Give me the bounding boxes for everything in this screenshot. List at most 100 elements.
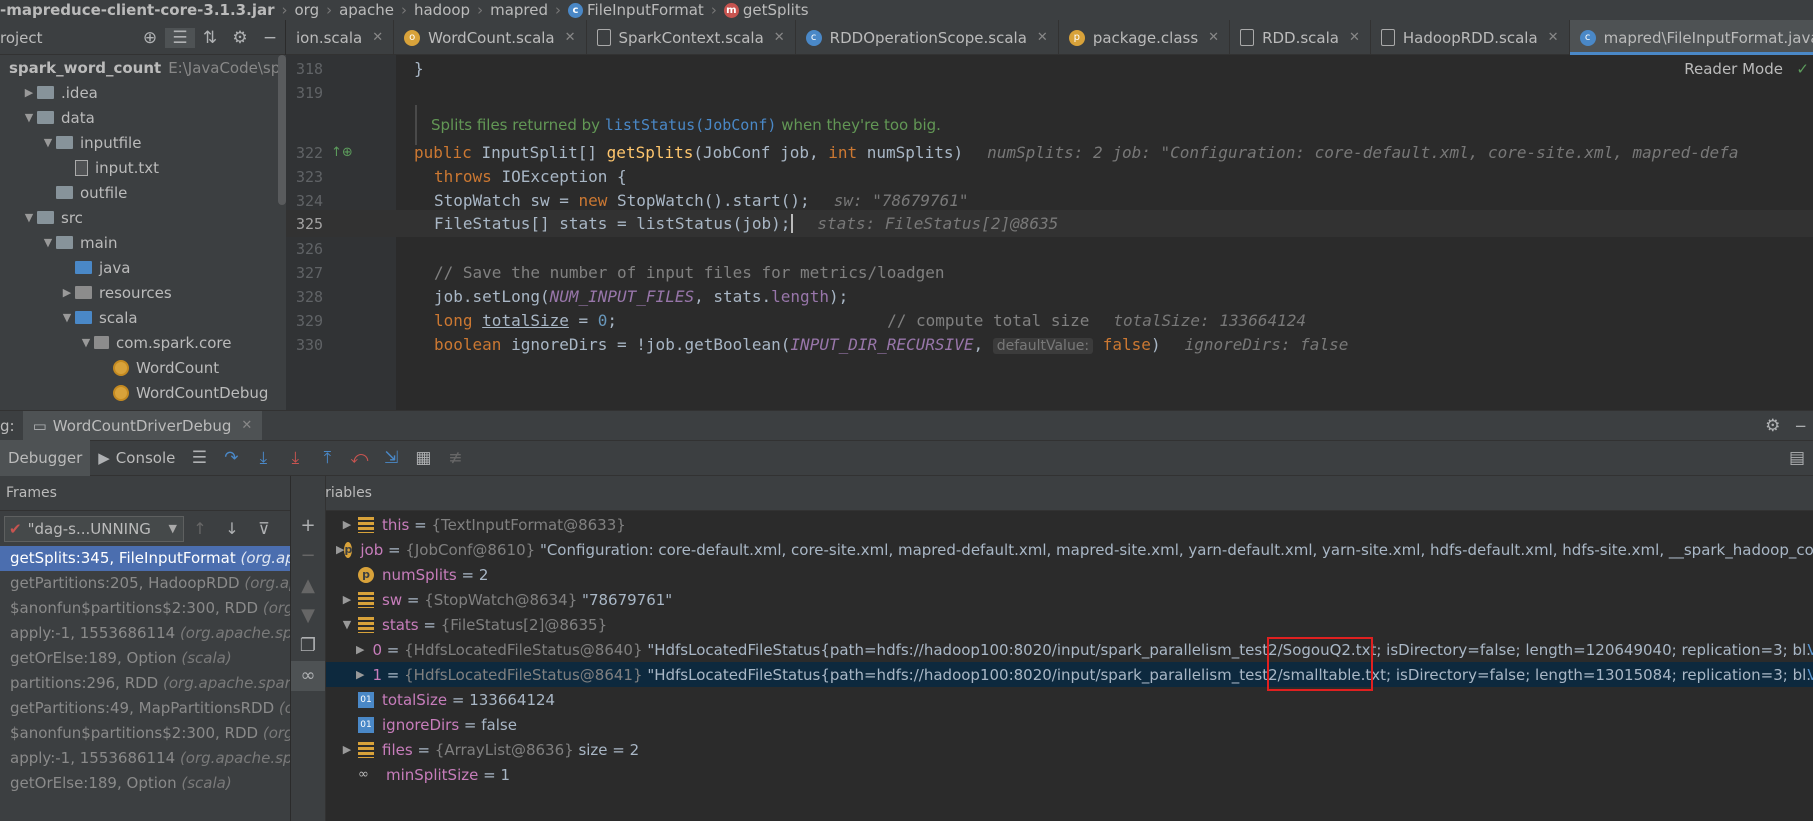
close-icon[interactable]: ✕	[372, 30, 383, 45]
stack-frame[interactable]: partitions:296, RDD (org.apache.spark.	[0, 671, 290, 696]
variable-row[interactable]: 01 ignoreDirs = false	[326, 712, 1813, 737]
breadcrumb-org[interactable]: org	[294, 1, 319, 19]
tree-item[interactable]: ▼ main	[0, 230, 286, 255]
minimize-icon[interactable]: −	[255, 28, 285, 48]
tab-package-class[interactable]: p package.class ✕	[1059, 20, 1231, 55]
close-icon[interactable]: ✕	[1548, 30, 1559, 45]
stack-frame[interactable]: getOrElse:189, Option (scala)	[0, 771, 290, 796]
stack-frame[interactable]: getPartitions:205, HadoopRDD (org.ap	[0, 571, 290, 596]
glasses-icon[interactable]: ∞	[291, 661, 325, 691]
tree-item[interactable]: ▼ src	[0, 205, 286, 230]
tab-rdd-scala[interactable]: RDD.scala ✕	[1230, 20, 1371, 55]
tree-item[interactable]: ▼ scala	[0, 305, 286, 330]
code-editor[interactable]: Reader Mode ✓ 318 } 319 Splits files ret…	[286, 55, 1813, 410]
trace-icon[interactable]: ≢	[439, 448, 471, 468]
variable-row[interactable]: ▶ p job = {JobConf@8610} "Configuration: c…	[326, 537, 1813, 562]
debug-config-tab[interactable]: ▭ WordCountDriverDebug ✕	[22, 410, 263, 441]
evaluate-expression-icon[interactable]: ▦	[407, 448, 439, 468]
thread-select[interactable]: ✔ "dag-s...UNNING ▼	[4, 515, 184, 542]
stack-frame[interactable]: getPartitions:49, MapPartitionsRDD (o	[0, 696, 290, 721]
tree-item[interactable]: ▼ data	[0, 105, 286, 130]
tab-wordcount-scala[interactable]: o WordCount.scala ✕	[394, 20, 587, 55]
view-link[interactable]: View	[1807, 641, 1813, 659]
tab-rddoperationscope-scala[interactable]: c RDDOperationScope.scala ✕	[796, 20, 1059, 55]
step-into-icon[interactable]: ⤓	[247, 448, 279, 468]
close-icon[interactable]: ✕	[1037, 30, 1048, 45]
gear-icon[interactable]: ⚙	[225, 28, 255, 48]
chevron-right-icon[interactable]: ▶	[59, 286, 75, 299]
tree-item[interactable]: WordCountDebug	[0, 380, 286, 405]
chevron-right-icon[interactable]: ▶	[336, 543, 344, 556]
arrow-up-icon[interactable]: ↑	[184, 519, 216, 538]
variable-row[interactable]: ▶ 1 = {HdfsLocatedFileStatus@8641} "HdfsL…	[326, 662, 1813, 687]
doc-link[interactable]: listStatus(JobConf)	[605, 116, 777, 134]
move-up-icon[interactable]: ▲	[291, 571, 325, 601]
chevron-right-icon[interactable]: ▶	[336, 518, 358, 531]
minimize-icon[interactable]: −	[1794, 417, 1807, 435]
breadcrumb-class[interactable]: FileInputFormat	[587, 1, 704, 19]
close-icon[interactable]: ✕	[1349, 30, 1360, 45]
variable-row[interactable]: ▶ sw = {StopWatch@8634} "78679761"	[326, 587, 1813, 612]
locate-icon[interactable]: ⊕	[135, 28, 165, 48]
tab-sparkcontext-scala[interactable]: SparkContext.scala ✕	[587, 20, 796, 55]
close-icon[interactable]: ✕	[774, 30, 785, 45]
variable-row[interactable]: ▶ files = {ArrayList@8636} size = 2	[326, 737, 1813, 762]
chevron-right-icon[interactable]: ▶	[336, 593, 358, 606]
project-scrollbar[interactable]	[278, 55, 286, 205]
step-over-icon[interactable]: ↷	[215, 448, 247, 468]
close-icon[interactable]: ✕	[241, 418, 252, 433]
remove-watch-icon[interactable]: −	[291, 541, 325, 571]
variable-row[interactable]: 01 totalSize = 133664124	[326, 687, 1813, 712]
breadcrumb-apache[interactable]: apache	[339, 1, 394, 19]
tree-item[interactable]: WordCount	[0, 355, 286, 380]
close-icon[interactable]: ✕	[565, 30, 576, 45]
breadcrumb-jar[interactable]: -mapreduce-client-core-3.1.3.jar	[0, 1, 274, 19]
tree-item[interactable]: ▼ inputfile	[0, 130, 286, 155]
move-down-icon[interactable]: ▼	[291, 601, 325, 631]
variable-row[interactable]: p numSplits = 2	[326, 562, 1813, 587]
tab-fileinputformat-java[interactable]: cmapred\FileInputFormat.java✕	[1569, 20, 1813, 55]
stack-frame[interactable]: apply:-1, 1553686114 (org.apache.spa	[0, 621, 290, 646]
variable-row[interactable]: ▼ stats = {FileStatus[2]@8635}	[326, 612, 1813, 637]
stack-frame[interactable]: getSplits:345, FileInputFormat (org.apa	[0, 546, 290, 571]
stack-frame[interactable]: $anonfun$partitions$2:300, RDD (org.a	[0, 721, 290, 746]
collapse-all-icon[interactable]: ⇅	[195, 28, 225, 48]
tree-item[interactable]: java	[0, 255, 286, 280]
step-out-icon[interactable]: ⤒	[311, 448, 343, 468]
tree-item[interactable]: spark_word_count E:\JavaCode\spark	[0, 55, 286, 80]
layout-icon[interactable]: ▤	[1781, 448, 1813, 468]
menu-icon[interactable]: ☰	[183, 448, 215, 468]
tab-hadooprdd-scala[interactable]: HadoopRDD.scala ✕	[1371, 20, 1570, 55]
tab-console[interactable]: ▶ Console	[90, 440, 183, 476]
tab-debugger[interactable]: Debugger	[0, 440, 91, 476]
variable-row[interactable]: ▶ this = {TextInputFormat@8633}	[326, 512, 1813, 537]
breadcrumb-hadoop[interactable]: hadoop	[414, 1, 470, 19]
tree-item[interactable]: ▼ com.spark.core	[0, 330, 286, 355]
chevron-down-icon[interactable]: ▼	[336, 618, 358, 631]
tree-item[interactable]: outfile	[0, 180, 286, 205]
chevron-down-icon[interactable]: ▼	[40, 236, 56, 249]
tab-ion-scala[interactable]: ion.scala ✕	[286, 20, 395, 55]
close-icon[interactable]: ✕	[1208, 30, 1219, 45]
stack-frame[interactable]: apply:-1, 1553686114 (org.apache.spa	[0, 746, 290, 771]
variable-row[interactable]: ∞ minSplitSize = 1	[326, 762, 1813, 787]
view-link[interactable]: View	[1807, 666, 1813, 684]
chevron-right-icon[interactable]: ▶	[21, 86, 37, 99]
breadcrumb-mapred[interactable]: mapred	[490, 1, 548, 19]
chevron-down-icon[interactable]: ▼	[21, 111, 37, 124]
breadcrumb-method[interactable]: getSplits	[743, 1, 809, 19]
project-title[interactable]: roject	[0, 29, 135, 47]
tree-item[interactable]: ▶ resources	[0, 280, 286, 305]
force-step-into-icon[interactable]: ⤓	[279, 448, 311, 468]
implements-icon[interactable]: ↑⊕	[331, 145, 353, 160]
run-to-cursor-icon[interactable]: ⇲	[375, 448, 407, 468]
chevron-right-icon[interactable]: ▶	[356, 668, 364, 681]
chevron-down-icon[interactable]: ▼	[59, 311, 75, 324]
filter-icon[interactable]: ⊽	[248, 519, 280, 538]
copy-icon[interactable]: ❐	[291, 631, 325, 661]
expand-all-icon[interactable]: ☰	[165, 27, 195, 48]
chevron-right-icon[interactable]: ▶	[336, 743, 358, 756]
chevron-right-icon[interactable]: ▶	[356, 643, 364, 656]
arrow-down-icon[interactable]: ↓	[216, 519, 248, 538]
stack-frame[interactable]: getOrElse:189, Option (scala)	[0, 646, 290, 671]
